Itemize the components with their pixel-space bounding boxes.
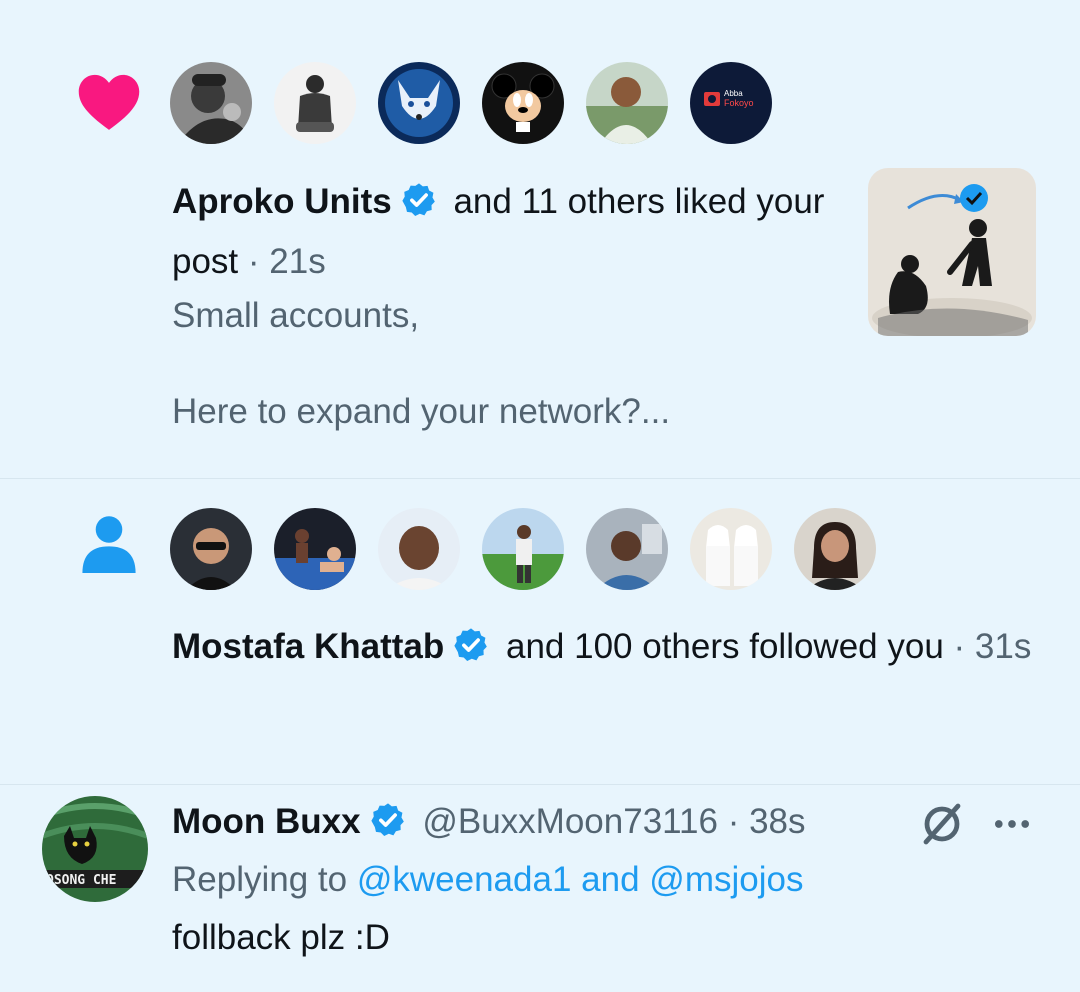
heart-icon bbox=[78, 74, 140, 130]
grok-icon[interactable] bbox=[918, 800, 966, 848]
avatar-selfie-man[interactable] bbox=[378, 508, 460, 590]
logo-text-line2: Fokoyo bbox=[724, 98, 754, 108]
logo-text-line1: Abba bbox=[724, 89, 743, 98]
reply-author-handle[interactable]: @BuxxMoon73116 bbox=[422, 802, 718, 841]
timestamp: 31s bbox=[974, 627, 1032, 666]
mention-link[interactable]: @msjojos bbox=[649, 860, 803, 899]
verified-badge-icon bbox=[402, 183, 435, 216]
liker-avatars: Abba Fokoyo bbox=[170, 62, 772, 144]
like-summary: Aproko Units and 11 others liked your po… bbox=[172, 172, 832, 292]
avatar-seated-man[interactable] bbox=[274, 62, 356, 144]
timestamp: 38s bbox=[749, 802, 806, 841]
avatar-mickey-mouse[interactable] bbox=[482, 62, 564, 144]
more-options-icon[interactable] bbox=[990, 808, 1034, 840]
avatar-cat-banner[interactable]: OSONG CHE bbox=[42, 796, 148, 902]
person-icon bbox=[82, 516, 136, 573]
avatar-glowing-wolf[interactable] bbox=[378, 62, 460, 144]
replying-to: Replying to @kweenada1 and @msjojos bbox=[172, 854, 803, 906]
avatar-man-field[interactable] bbox=[482, 508, 564, 590]
replying-prefix: Replying to bbox=[172, 860, 348, 899]
verified-badge-icon bbox=[454, 628, 488, 661]
mention-joiner: and bbox=[581, 860, 640, 899]
avatar-man-car[interactable] bbox=[586, 508, 668, 590]
separator: · bbox=[953, 627, 966, 666]
reply-author-name[interactable]: Moon Buxx bbox=[172, 802, 361, 841]
mention-link[interactable]: @kweenada1 bbox=[357, 860, 572, 899]
action-text: and 100 others followed you bbox=[505, 627, 944, 666]
timestamp: 21s bbox=[269, 242, 326, 281]
separator: · bbox=[247, 242, 260, 281]
post-preview[interactable]: Small accounts, Here to expand your netw… bbox=[172, 292, 812, 436]
avatar-banner-text: OSONG CHE bbox=[46, 873, 116, 888]
verified-badge-icon bbox=[370, 803, 404, 836]
separator: · bbox=[727, 802, 740, 841]
like-notification[interactable]: Abba Fokoyo Aproko Units and 11 others li… bbox=[0, 0, 1080, 478]
avatar-abba-fokoyo-logo[interactable]: Abba Fokoyo bbox=[690, 62, 772, 144]
avatar-bearded-man[interactable] bbox=[170, 62, 252, 144]
actor-name[interactable]: Aproko Units bbox=[172, 182, 392, 221]
reply-text[interactable]: follback plz :D bbox=[172, 912, 390, 964]
avatar-man-outdoors[interactable] bbox=[586, 62, 668, 144]
avatar-woman[interactable] bbox=[794, 508, 876, 590]
avatar-two-men-uae[interactable] bbox=[690, 508, 772, 590]
follow-summary: Mostafa Khattab and 100 others followed … bbox=[172, 617, 1032, 677]
follower-avatars bbox=[170, 508, 876, 590]
post-thumbnail[interactable] bbox=[868, 168, 1036, 336]
avatar-sunglasses-man[interactable] bbox=[170, 508, 252, 590]
avatar-boxing-ring[interactable] bbox=[274, 508, 356, 590]
reply-header: Moon Buxx @BuxxMoon73116 · 38s bbox=[172, 796, 806, 848]
actor-name[interactable]: Mostafa Khattab bbox=[172, 627, 444, 666]
